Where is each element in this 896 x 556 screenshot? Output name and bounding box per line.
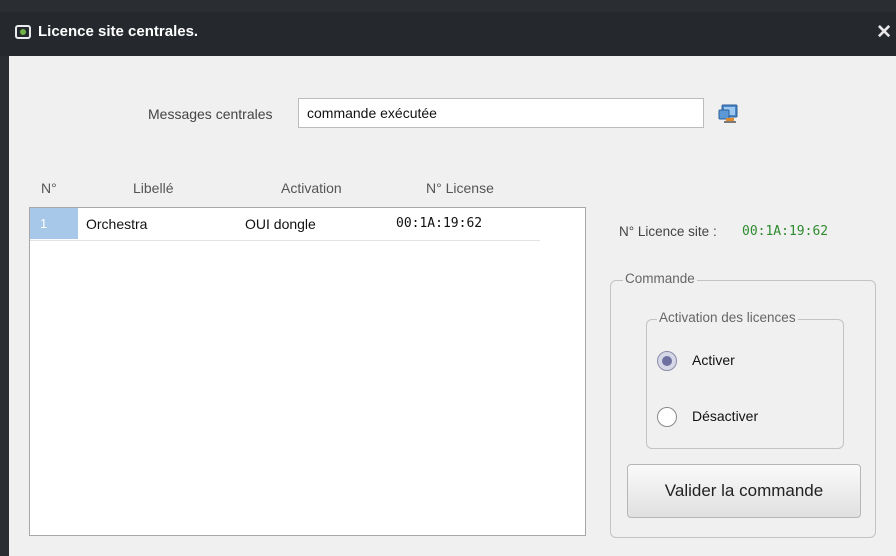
column-header-license[interactable]: N° License <box>426 180 494 196</box>
row-libelle: Orchestra <box>86 216 148 232</box>
close-icon[interactable]: ✕ <box>876 21 892 44</box>
command-group-title: Commande <box>623 271 697 286</box>
radio-empty-icon <box>657 407 677 427</box>
column-header-libelle[interactable]: Libellé <box>133 180 173 196</box>
activation-group-title: Activation des licences <box>657 310 798 325</box>
messages-input[interactable] <box>298 98 704 128</box>
row-activation: OUI dongle <box>245 216 316 232</box>
activer-radio[interactable]: Activer <box>657 351 735 371</box>
licence-window: Licence site centrales. ✕ Messages centr… <box>0 0 896 556</box>
title-bar: Licence site centrales. ✕ <box>0 12 896 56</box>
messages-label: Messages centrales <box>148 106 273 122</box>
monitor-refresh-icon[interactable] <box>717 103 739 125</box>
licence-table[interactable]: 1 Orchestra OUI dongle 00:1A:19:62 <box>29 207 586 536</box>
row-number-cell: 1 <box>30 208 78 239</box>
radio-selected-icon <box>657 351 677 371</box>
desactiver-label: Désactiver <box>692 408 759 424</box>
validate-command-button[interactable]: Valider la commande <box>627 464 861 518</box>
site-licence-value: 00:1A:19:62 <box>742 224 829 239</box>
row-license: 00:1A:19:62 <box>396 216 483 231</box>
activer-label: Activer <box>692 352 735 368</box>
activation-group: Activation des licences Activer Désactiv… <box>646 310 844 449</box>
table-row[interactable]: 1 Orchestra OUI dongle 00:1A:19:62 <box>30 208 540 241</box>
desactiver-radio[interactable]: Désactiver <box>657 407 758 427</box>
licence-window-icon <box>15 25 31 39</box>
column-header-num[interactable]: N° <box>41 180 57 196</box>
window-title: Licence site centrales. <box>38 23 199 40</box>
column-header-activation[interactable]: Activation <box>281 180 342 196</box>
site-licence-label: N° Licence site : <box>619 224 717 239</box>
dialog-body: Messages centrales N° Libellé Activation… <box>9 56 896 556</box>
